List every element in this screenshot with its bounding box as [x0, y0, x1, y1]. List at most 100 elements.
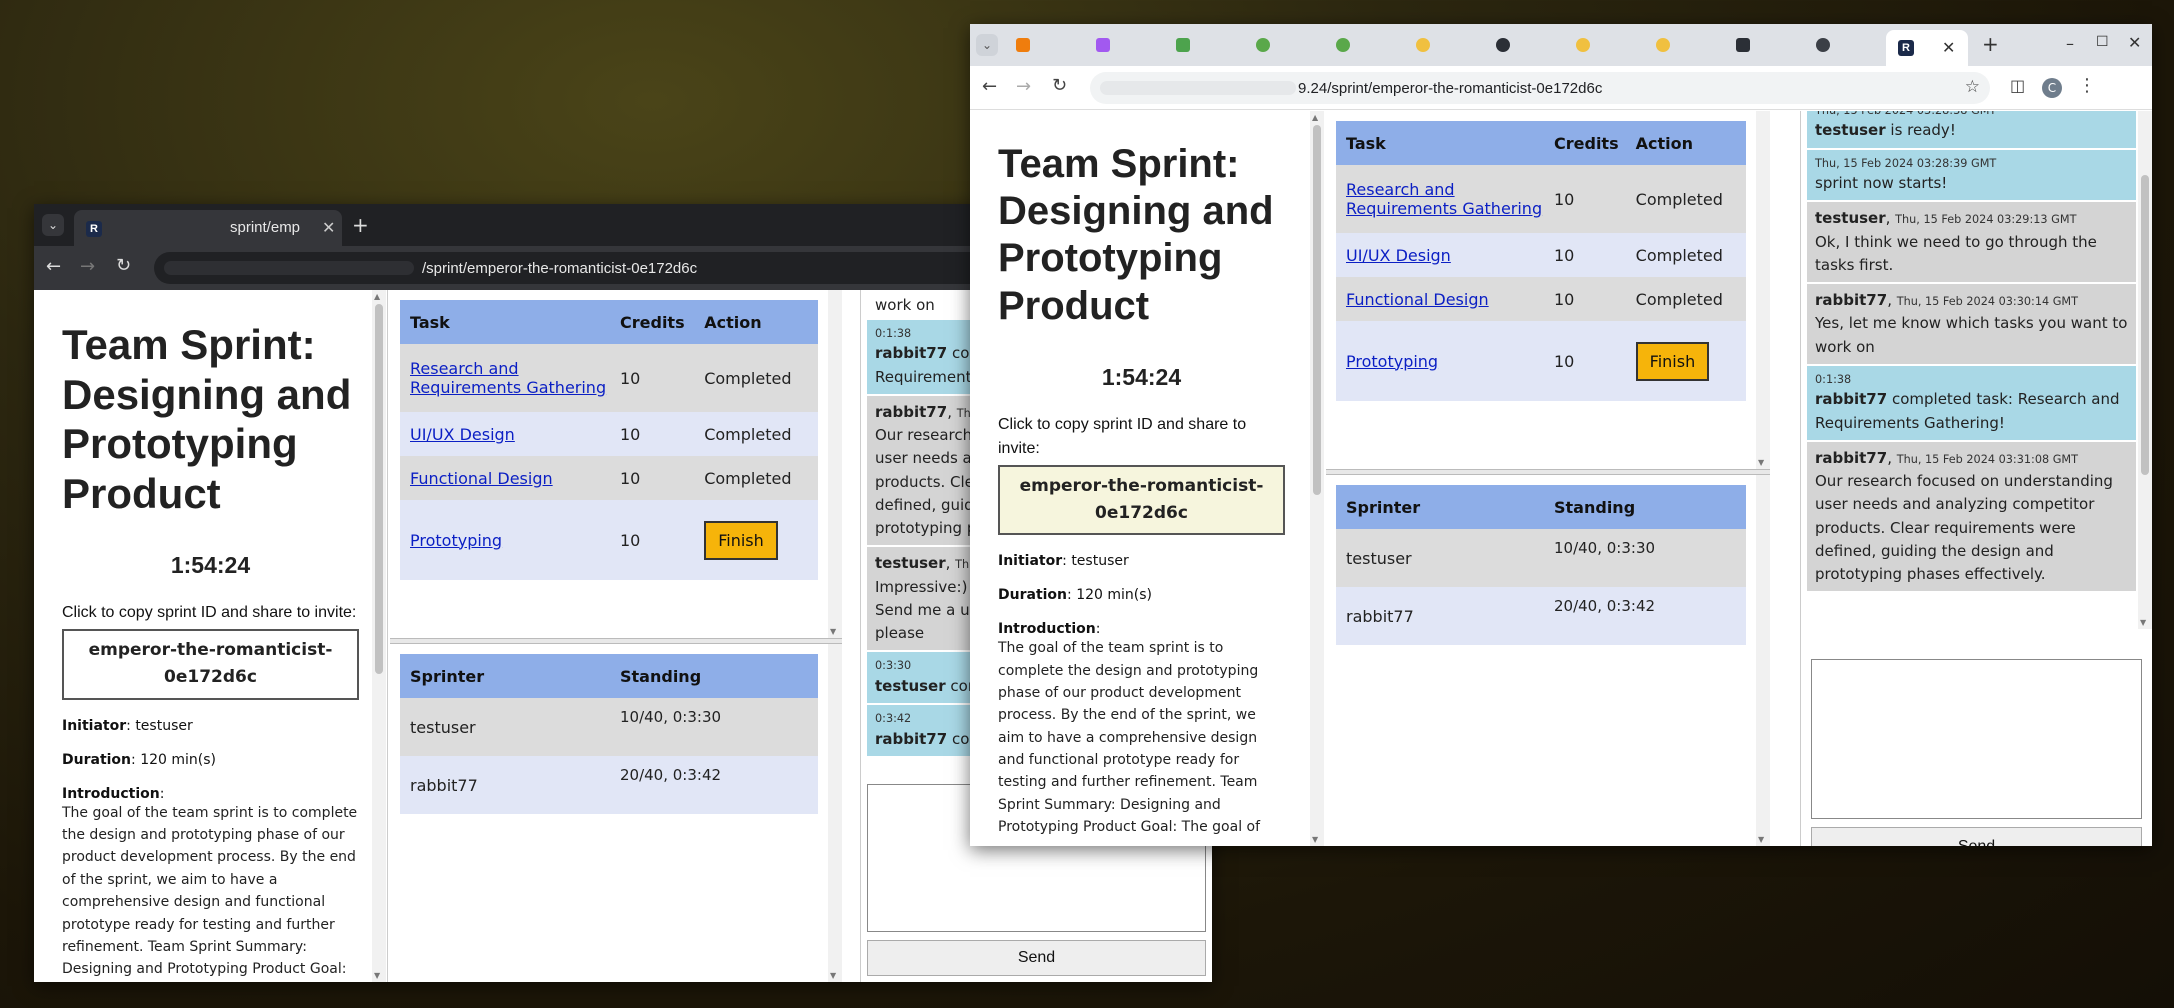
duration-value: 120 min(s)	[1076, 587, 1152, 604]
tab-favicon-icon: R	[1898, 40, 1914, 56]
task-link-uiux[interactable]: UI/UX Design	[410, 425, 515, 444]
reload-icon[interactable]: ↻	[116, 255, 131, 276]
right-task-scrollbar[interactable]: ▼	[1756, 111, 1770, 469]
left-info-panel: Team Sprint: Designing and Prototyping P…	[34, 290, 388, 982]
tab-icon[interactable]	[1096, 38, 1110, 52]
chat-message: rabbit77, Thu, 15 Feb 2024 03:30:14 GMT Y…	[1807, 284, 2136, 364]
tab-icon[interactable]	[1336, 38, 1350, 52]
sprint-id-box[interactable]: emperor-the-romanticist- 0e172d6c	[62, 629, 359, 700]
task-link-uiux[interactable]: UI/UX Design	[1346, 246, 1451, 265]
tab-icon[interactable]	[1656, 38, 1670, 52]
initiator-value: testuser	[1071, 553, 1129, 570]
finish-button[interactable]: Finish	[1635, 341, 1710, 381]
tab-icon[interactable]	[1256, 38, 1270, 52]
task-credits: 10	[1554, 277, 1636, 321]
tab-icon[interactable]	[1736, 38, 1750, 52]
standing-header: Standing	[1554, 485, 1746, 529]
left-active-tab[interactable]: R sprint/emp ✕	[74, 210, 342, 246]
sprint-id-line2: 0e172d6c	[1095, 502, 1188, 523]
sprinter-name: testuser	[400, 698, 620, 756]
right-toolbar: ← → ↻ 9.24/sprint/emperor-the-romanticis…	[970, 66, 2152, 110]
initiator-row: Initiator: testuser	[998, 553, 1129, 570]
forward-icon[interactable]: →	[80, 256, 95, 277]
table-row: Functional Design 10 Completed	[400, 456, 818, 500]
side-panel-icon[interactable]: ◫	[2010, 76, 2025, 95]
reload-icon[interactable]: ↻	[1052, 75, 1067, 96]
close-window-icon[interactable]: ✕	[2128, 33, 2141, 52]
duration-label: Duration	[998, 587, 1068, 604]
send-button[interactable]: Send	[1811, 827, 2142, 846]
left-standing-scrollbar[interactable]: ▼	[828, 644, 842, 982]
table-row: UI/UX Design 10 Completed	[400, 412, 818, 456]
right-address-bar[interactable]: 9.24/sprint/emperor-the-romanticist-0e17…	[1090, 72, 1990, 104]
task-link-prototyping[interactable]: Prototyping	[1346, 352, 1438, 371]
task-action-status: Completed	[1635, 233, 1746, 277]
task-link-functional[interactable]: Functional Design	[410, 469, 553, 488]
task-link-research[interactable]: Research and Requirements Gathering	[410, 359, 606, 397]
right-browser-window: ⌄ R ✕ + – ☐ ✕ ← → ↻ 9.24/sprint/emperor-…	[970, 24, 2152, 846]
tab-icon[interactable]	[1576, 38, 1590, 52]
close-tab-icon[interactable]: ✕	[322, 218, 335, 237]
tab-icon[interactable]	[1816, 38, 1830, 52]
task-link-functional[interactable]: Functional Design	[1346, 290, 1489, 309]
sprint-id-line1: emperor-the-romanticist-	[1019, 475, 1264, 496]
close-tab-icon[interactable]: ✕	[1942, 38, 1955, 57]
left-url-text: /sprint/emperor-the-romanticist-0e172d6c	[422, 259, 698, 277]
tab-search-button[interactable]: ⌄	[42, 214, 64, 236]
table-row: testuser 10/40, 0:3:30	[1336, 529, 1746, 587]
new-tab-button[interactable]: +	[1982, 32, 1999, 56]
right-standing-scrollbar[interactable]: ▼	[1756, 475, 1770, 846]
intro-label: Introduction	[998, 621, 1096, 638]
task-action-status: Completed	[1635, 277, 1746, 321]
chat-message: Thu, 15 Feb 2024 03:28:39 GMT sprint now …	[1807, 149, 2136, 201]
bookmark-star-icon[interactable]: ☆	[1965, 77, 1980, 97]
sprinter-standing: 10/40, 0:3:30	[1554, 529, 1746, 587]
task-header: Task	[1336, 121, 1554, 165]
tab-search-button[interactable]: ⌄	[976, 34, 998, 56]
chat-messages: Thu, 15 Feb 2024 03:28:38 GMTtestuser is…	[1807, 111, 2136, 629]
right-info-panel: Team Sprint: Designing and Prototyping P…	[970, 111, 1314, 846]
table-row: Functional Design 10 Completed	[1336, 277, 1746, 321]
menu-icon[interactable]: ⋮	[2078, 75, 2096, 96]
left-task-scrollbar[interactable]: ▼	[828, 290, 842, 638]
back-icon[interactable]: ←	[46, 256, 61, 277]
action-header: Action	[704, 300, 818, 344]
tab-icon[interactable]	[1176, 38, 1190, 52]
back-icon[interactable]: ←	[982, 76, 997, 97]
maximize-icon[interactable]: ☐	[2096, 34, 2109, 50]
task-link-prototyping[interactable]: Prototyping	[410, 531, 502, 550]
task-credits: 10	[1554, 165, 1636, 233]
task-credits: 10	[1554, 233, 1636, 277]
sprinter-header: Sprinter	[1336, 485, 1554, 529]
finish-button[interactable]: Finish	[704, 520, 778, 560]
forward-icon[interactable]: →	[1016, 76, 1031, 97]
right-active-tab[interactable]: R ✕	[1886, 30, 1968, 66]
initiator-label: Initiator	[998, 553, 1063, 570]
table-row: Research and Requirements Gathering 10 Com…	[400, 344, 818, 412]
profile-avatar[interactable]: C	[2042, 78, 2062, 98]
table-row: rabbit77 20/40, 0:3:42	[400, 756, 818, 814]
right-tab-icons	[1016, 36, 1846, 54]
right-standing-area: Sprinter Standing testuser 10/40, 0:3:30 r…	[1326, 475, 1756, 846]
chat-input[interactable]	[1811, 659, 2142, 819]
minimize-icon[interactable]: –	[2066, 34, 2074, 53]
intro-row: Introduction:	[62, 785, 165, 802]
task-credits: 10	[620, 344, 705, 412]
tab-icon[interactable]	[1416, 38, 1430, 52]
tab-icon[interactable]	[1496, 38, 1510, 52]
left-info-scrollbar[interactable]: ▲ ▼	[372, 290, 386, 982]
right-info-scrollbar[interactable]: ▲ ▼	[1310, 111, 1324, 846]
sprint-timer: 1:54:24	[170, 552, 251, 579]
duration-value: 120 min(s)	[140, 751, 216, 768]
task-link-research[interactable]: Research and Requirements Gathering	[1346, 180, 1542, 218]
tab-icon[interactable]	[1016, 38, 1030, 52]
left-task-area: Task Credits Action Research and Requireme…	[390, 290, 828, 640]
sprint-id-box[interactable]: emperor-the-romanticist- 0e172d6c	[998, 464, 1285, 536]
chat-scrollbar[interactable]: ▼	[2138, 111, 2152, 629]
left-send-button[interactable]: Send	[867, 940, 1206, 976]
new-tab-button[interactable]: +	[352, 213, 369, 237]
table-row: Prototyping 10 Finish	[400, 500, 818, 580]
table-row: Prototyping 10 Finish	[1336, 321, 1746, 401]
duration-row: Duration: 120 min(s)	[62, 751, 216, 768]
copy-sprint-id-text: Click to copy sprint ID and share to inv…	[998, 415, 1247, 457]
